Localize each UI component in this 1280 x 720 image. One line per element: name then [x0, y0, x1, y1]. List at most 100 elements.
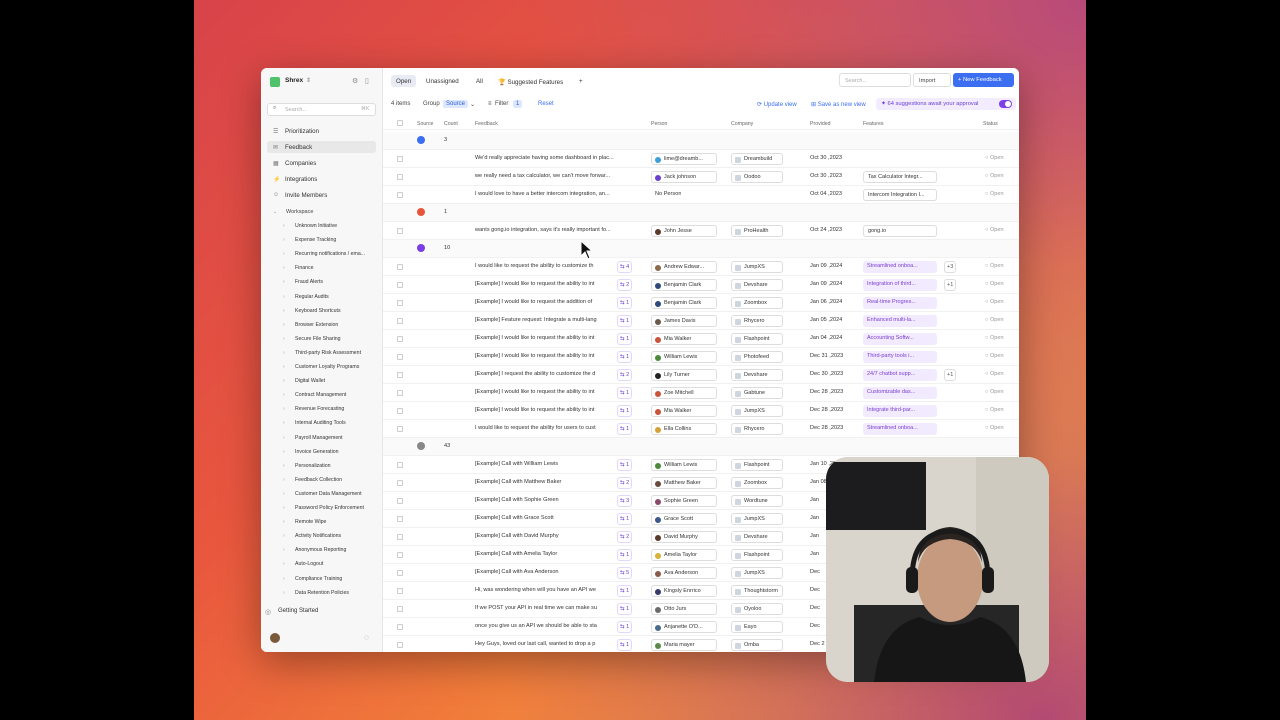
group-row[interactable]: 3 [383, 132, 1019, 150]
tree-item[interactable]: Browser Extension [295, 322, 338, 328]
row-checkbox[interactable] [397, 552, 403, 558]
sidebar-item-prioritization[interactable]: Prioritization [267, 125, 376, 137]
table-row[interactable]: [Example] I would like to request the ab… [383, 402, 1019, 420]
sidebar-item-feedback[interactable]: Feedback [267, 141, 376, 153]
table-row[interactable]: I would like to request the ability for … [383, 420, 1019, 438]
column-header-person[interactable]: Person [651, 121, 667, 127]
chevron-right-icon[interactable]: › [283, 561, 285, 567]
select-all-checkbox[interactable] [397, 120, 403, 126]
person-chip[interactable]: Ella Collins [651, 423, 717, 435]
row-checkbox[interactable] [397, 390, 403, 396]
person-chip[interactable]: Zoe Mitchell [651, 387, 717, 399]
tree-item[interactable]: Customer Loyalty Programs [295, 364, 359, 370]
column-header-company[interactable]: Company [731, 121, 753, 127]
feedback-text[interactable]: we really need a tax calculator, we can'… [475, 173, 635, 179]
company-chip[interactable]: Devshare [731, 369, 783, 381]
company-chip[interactable]: Devshare [731, 531, 783, 543]
chevron-right-icon[interactable]: › [283, 406, 285, 412]
row-checkbox[interactable] [397, 588, 403, 594]
person-chip[interactable]: Otto Jurs [651, 603, 717, 615]
feature-count-badge[interactable]: ⇆ 1 [617, 423, 633, 435]
feature-chip[interactable]: Enhanced multi-la... [863, 315, 937, 327]
column-header-feedback[interactable]: Feedback [475, 121, 498, 127]
sidebar-item-invite-members[interactable]: Invite Members [267, 189, 376, 201]
filter-button[interactable]: Filter [495, 101, 508, 107]
feature-count-badge[interactable]: ⇆ 5 [617, 567, 633, 579]
feature-chip[interactable]: Intercom Integration I... [863, 189, 937, 201]
avatar[interactable] [270, 633, 280, 643]
status-badge[interactable]: ○ Open [985, 281, 1004, 287]
company-chip[interactable]: JumpXS [731, 513, 783, 525]
company-chip[interactable]: Oyoloo [731, 603, 783, 615]
feature-chip[interactable]: Third-party tools i... [863, 351, 937, 363]
feature-count-badge[interactable]: ⇆ 1 [617, 549, 633, 561]
feedback-text[interactable]: wants gong.io integration, says it's rea… [475, 227, 635, 233]
feature-chip[interactable]: Tax Calculator Integr... [863, 171, 937, 183]
company-chip[interactable]: JumpXS [731, 405, 783, 417]
status-badge[interactable]: ○ Open [985, 173, 1004, 179]
tree-item[interactable]: Keyboard Shortcuts [295, 308, 341, 314]
chevron-right-icon[interactable]: › [283, 350, 285, 356]
chevron-right-icon[interactable]: › [283, 378, 285, 384]
column-header-provided[interactable]: Provided [810, 121, 830, 127]
feature-count-badge[interactable]: ⇆ 2 [617, 477, 633, 489]
table-row[interactable]: [Example] I would like to request the ab… [383, 348, 1019, 366]
company-chip[interactable]: Flashpoint [731, 549, 783, 561]
row-checkbox[interactable] [397, 624, 403, 630]
feature-count-badge[interactable]: ⇆ 4 [617, 261, 633, 273]
chevron-right-icon[interactable]: › [283, 308, 285, 314]
company-chip[interactable]: ProHealth [731, 225, 783, 237]
feedback-text[interactable]: [Example] I would like to request the ab… [475, 335, 635, 341]
row-checkbox[interactable] [397, 426, 403, 432]
chevron-right-icon[interactable]: › [283, 547, 285, 553]
table-row[interactable]: [Example] I request the ability to custo… [383, 366, 1019, 384]
feature-count-badge[interactable]: ⇆ 1 [617, 315, 633, 327]
group-row[interactable]: 1 [383, 204, 1019, 222]
top-search-input[interactable]: Search... [839, 73, 911, 87]
status-badge[interactable]: ○ Open [985, 317, 1004, 323]
row-checkbox[interactable] [397, 498, 403, 504]
row-checkbox[interactable] [397, 336, 403, 342]
tree-item[interactable]: Internal Auditing Tools [295, 420, 346, 426]
company-chip[interactable]: Omba [731, 639, 783, 651]
tab-all[interactable]: All [471, 75, 488, 87]
chevron-right-icon[interactable]: › [283, 519, 285, 525]
chevron-right-icon[interactable]: › [283, 322, 285, 328]
row-checkbox[interactable] [397, 174, 403, 180]
row-checkbox[interactable] [397, 642, 403, 648]
feature-count-badge[interactable]: ⇆ 3 [617, 495, 633, 507]
company-chip[interactable]: Flashpoint [731, 459, 783, 471]
feature-chip[interactable]: Integration of third... [863, 279, 937, 291]
row-checkbox[interactable] [397, 606, 403, 612]
row-checkbox[interactable] [397, 156, 403, 162]
status-badge[interactable]: ○ Open [985, 389, 1004, 395]
feature-count-badge[interactable]: ⇆ 1 [617, 513, 633, 525]
table-row[interactable]: [Example] I would like to request the ab… [383, 330, 1019, 348]
add-tab-button[interactable]: + [574, 75, 588, 87]
tree-item[interactable]: Expense Tracking [295, 237, 336, 243]
import-button[interactable]: Import [913, 73, 951, 87]
person-chip[interactable]: Kingsly Enrrico [651, 585, 717, 597]
row-checkbox[interactable] [397, 318, 403, 324]
feature-count-badge[interactable]: ⇆ 1 [617, 585, 633, 597]
row-checkbox[interactable] [397, 228, 403, 234]
chevron-right-icon[interactable]: › [283, 576, 285, 582]
person-chip[interactable]: Grace Scott [651, 513, 717, 525]
row-checkbox[interactable] [397, 264, 403, 270]
workspace-switcher-icon[interactable]: ⇕ [306, 77, 311, 84]
feedback-text[interactable]: once you give us an API we should be abl… [475, 623, 635, 629]
person-chip[interactable]: David Murphy [651, 531, 717, 543]
row-checkbox[interactable] [397, 462, 403, 468]
chevron-right-icon[interactable]: › [283, 435, 285, 441]
chevron-right-icon[interactable]: › [283, 477, 285, 483]
feature-chip[interactable]: Accounting Softw... [863, 333, 937, 345]
feedback-text[interactable]: [Example] Call with Amelia Taylor [475, 551, 635, 557]
company-chip[interactable]: Rhycero [731, 315, 783, 327]
feature-count-badge[interactable]: ⇆ 1 [617, 603, 633, 615]
feature-count-badge[interactable]: ⇆ 2 [617, 531, 633, 543]
person-chip[interactable]: Mia Walker [651, 333, 717, 345]
column-header-source[interactable]: Source [417, 121, 433, 127]
company-chip[interactable]: Zoombox [731, 477, 783, 489]
reset-link[interactable]: Reset [538, 101, 554, 107]
feature-chip[interactable]: Streamlined onboa... [863, 423, 937, 435]
